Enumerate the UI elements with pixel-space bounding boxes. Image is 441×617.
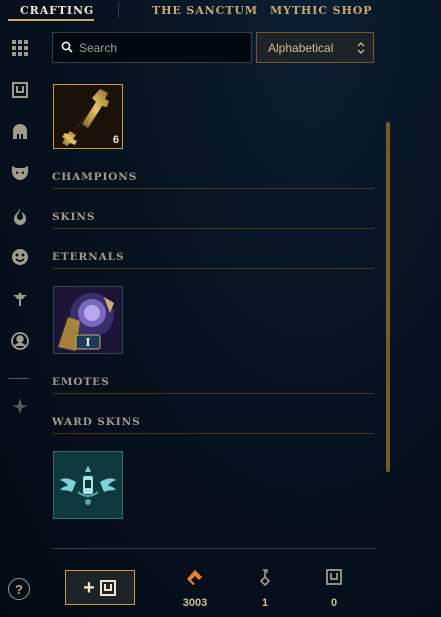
tab-crafting[interactable]: CRAFTING xyxy=(20,4,94,17)
add-chest-button[interactable]: + xyxy=(65,570,135,605)
eternals-icon: I xyxy=(54,287,122,353)
active-tab-indicator xyxy=(8,19,94,21)
tab-mythic-shop[interactable]: MYTHIC SHOP xyxy=(270,4,372,17)
section-label: CHAMPIONS xyxy=(52,171,138,183)
chest-wallet: 0 xyxy=(314,568,354,609)
orange-essence-amount: 3003 xyxy=(182,597,208,609)
key-fragment-icon xyxy=(62,89,109,146)
sidebar-divider xyxy=(8,378,29,379)
section-label: SKINS xyxy=(52,211,96,223)
ward-skin-icon xyxy=(60,466,116,505)
flame-icon[interactable] xyxy=(9,205,31,227)
grid-icon[interactable] xyxy=(9,37,31,59)
footer-divider xyxy=(52,548,376,549)
mask-icon[interactable] xyxy=(9,162,31,184)
profile-icon[interactable] xyxy=(9,330,31,352)
tab-the-sanctum[interactable]: THE SANCTUM xyxy=(152,4,258,17)
section-emotes[interactable]: EMOTES xyxy=(52,374,374,394)
search-input[interactable] xyxy=(79,38,244,57)
section-champions[interactable]: CHAMPIONS xyxy=(52,169,374,189)
section-ward-skins[interactable]: WARD SKINS xyxy=(52,414,374,434)
scrollbar-thumb[interactable] xyxy=(386,122,390,472)
mythic-icon[interactable] xyxy=(9,395,31,417)
top-tabs: CRAFTING THE SANCTUM MYTHIC SHOP xyxy=(0,0,441,24)
sort-selected-value: Alphabetical xyxy=(268,41,334,55)
section-skins[interactable]: SKINS xyxy=(52,209,374,229)
item-count: 6 xyxy=(112,134,119,146)
helmet-icon[interactable] xyxy=(9,121,31,143)
emote-icon[interactable] xyxy=(9,246,31,268)
search-box xyxy=(52,32,252,63)
tab-divider xyxy=(118,2,119,18)
ward-icon[interactable] xyxy=(9,288,31,310)
sort-chevron-icon xyxy=(357,42,365,54)
chest-icon xyxy=(326,569,342,585)
chest-icon[interactable] xyxy=(9,79,31,101)
plus-icon: + xyxy=(83,576,95,599)
section-eternals[interactable]: ETERNALS xyxy=(52,249,374,269)
key-wallet: 1 xyxy=(245,568,285,609)
chest-icon xyxy=(99,579,116,596)
key-amount: 1 xyxy=(261,597,269,609)
orange-essence-wallet: 3003 xyxy=(175,568,215,609)
section-label: ETERNALS xyxy=(52,251,125,263)
key-icon xyxy=(259,569,271,586)
help-button[interactable]: ? xyxy=(8,578,30,600)
ward-skin-tile[interactable] xyxy=(53,451,123,519)
section-label: WARD SKINS xyxy=(52,416,141,428)
help-icon: ? xyxy=(15,581,23,597)
eternals-tile[interactable]: I xyxy=(53,286,123,354)
sort-dropdown[interactable]: Alphabetical xyxy=(256,32,374,63)
chest-amount: 0 xyxy=(330,597,338,609)
search-icon xyxy=(61,41,73,53)
orange-essence-icon xyxy=(187,570,202,585)
eternal-series-label: I xyxy=(85,336,90,349)
key-fragment-tile[interactable]: 6 xyxy=(53,84,123,149)
section-label: EMOTES xyxy=(52,376,110,388)
